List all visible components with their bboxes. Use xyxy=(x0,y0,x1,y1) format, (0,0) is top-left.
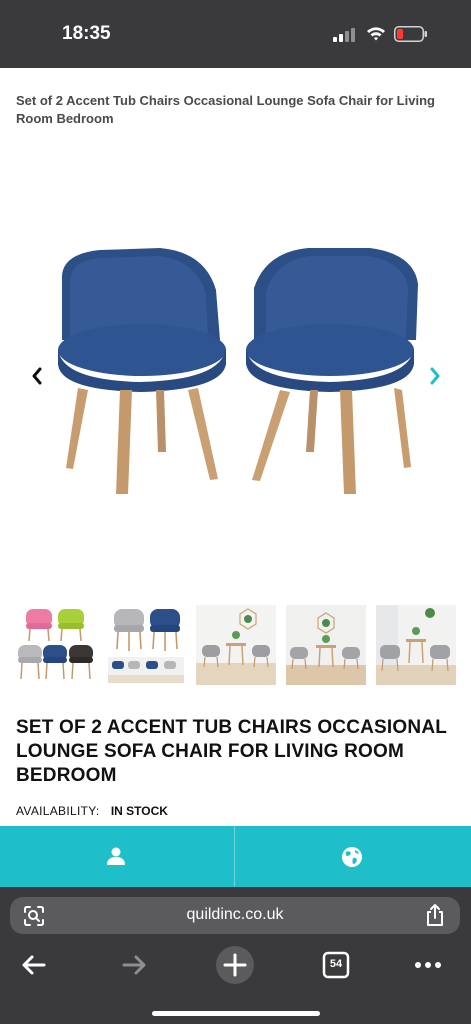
action-bar xyxy=(0,826,471,887)
more-menu-icon[interactable] xyxy=(408,945,448,985)
availability-status: IN STOCK xyxy=(110,804,168,818)
thumbnail-strip xyxy=(16,605,461,685)
thumbnail-room-scene-2[interactable] xyxy=(286,605,366,685)
thumbnail-grey-blue[interactable] xyxy=(106,605,186,685)
language-button[interactable] xyxy=(235,826,471,887)
back-arrow-icon[interactable] xyxy=(14,945,54,985)
share-icon[interactable] xyxy=(424,903,446,927)
chair-right xyxy=(246,248,418,494)
forward-arrow-icon[interactable] xyxy=(114,945,154,985)
account-button[interactable] xyxy=(0,826,234,887)
url-text: quildinc.co.uk xyxy=(186,906,284,923)
status-time: 18:35 xyxy=(62,23,111,44)
product-image xyxy=(58,248,418,494)
tab-switcher-button[interactable]: 54 xyxy=(316,945,356,985)
availability-label: AVAILABILITY: xyxy=(16,804,100,818)
user-icon xyxy=(107,847,125,865)
globe-icon xyxy=(342,847,362,867)
page-title: Set of 2 Accent Tub Chairs Occasional Lo… xyxy=(16,93,435,126)
status-bar: 18:35 xyxy=(0,0,471,68)
chair-left xyxy=(58,248,226,494)
home-indicator[interactable] xyxy=(152,1011,320,1016)
battery-icon xyxy=(394,26,427,42)
browser-toolbar: quildinc.co.uk 54 xyxy=(0,887,471,1024)
availability: AVAILABILITY: IN STOCK xyxy=(16,804,168,818)
wifi-icon xyxy=(367,27,385,41)
address-bar[interactable]: quildinc.co.uk xyxy=(10,897,460,934)
thumbnail-room-scene-3[interactable] xyxy=(376,605,456,685)
carousel-prev-arrow-icon[interactable] xyxy=(26,362,48,390)
product-title: SET OF 2 ACCENT TUB CHAIRS OCCASIONAL LO… xyxy=(16,717,447,786)
tab-count: 54 xyxy=(329,958,343,970)
thumbnail-colour-options[interactable] xyxy=(16,605,96,685)
carousel-next-arrow-icon[interactable] xyxy=(424,362,446,390)
thumbnail-room-scene-1[interactable] xyxy=(196,605,276,685)
product-image-carousel[interactable] xyxy=(0,140,471,590)
signal-icon xyxy=(333,28,355,42)
new-tab-plus-icon[interactable] xyxy=(215,945,255,985)
